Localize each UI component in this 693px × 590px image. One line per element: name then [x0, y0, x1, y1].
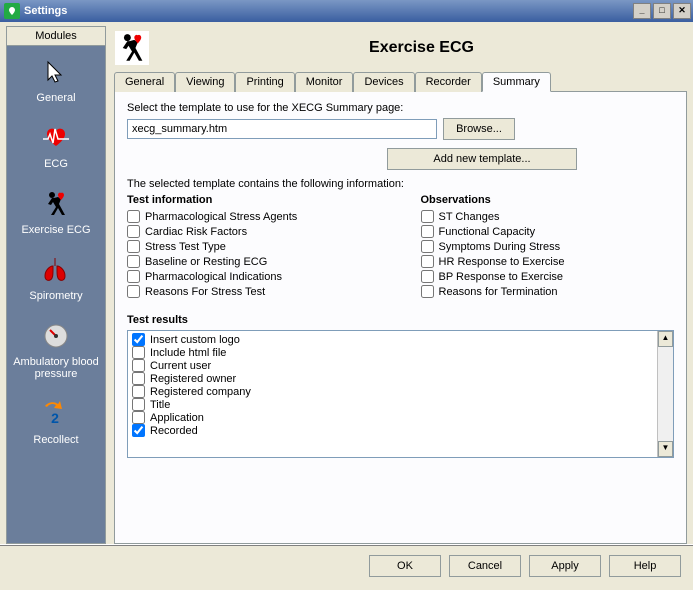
window-controls: _ □ ✕	[633, 3, 691, 19]
tab-viewing[interactable]: Viewing	[175, 72, 235, 92]
module-label: Exercise ECG	[9, 224, 103, 236]
window-title: Settings	[24, 5, 633, 17]
lungs-icon	[40, 254, 72, 286]
cancel-button[interactable]: Cancel	[449, 555, 521, 577]
select-template-label: Select the template to use for the XECG …	[127, 102, 674, 114]
chk-functional-capacity[interactable]: Functional Capacity	[421, 225, 675, 238]
sidebar-body: General ECG Exercise ECG Spirometry	[7, 46, 105, 543]
chk-registered-owner[interactable]: Registered owner	[132, 372, 657, 385]
chk-bp-response[interactable]: BP Response to Exercise	[421, 270, 675, 283]
test-results-list: Insert custom logo Include html file Cur…	[127, 330, 674, 458]
chk-st-changes[interactable]: ST Changes	[421, 210, 675, 223]
template-path-input[interactable]	[127, 119, 437, 139]
chk-reasons-stress-test[interactable]: Reasons For Stress Test	[127, 285, 381, 298]
ecg-heart-icon	[40, 122, 72, 154]
tab-printing[interactable]: Printing	[235, 72, 294, 92]
observations-header: Observations	[421, 194, 675, 206]
module-label: General	[9, 92, 103, 104]
add-template-button[interactable]: Add new template...	[387, 148, 577, 170]
module-ambulatory-bp[interactable]: Ambulatory blood pressure	[7, 310, 105, 388]
scroll-up-button[interactable]: ▲	[658, 331, 673, 347]
recollect-icon: 2	[40, 398, 72, 430]
sidebar-header: Modules	[7, 27, 105, 46]
module-label: ECG	[9, 158, 103, 170]
observations-column: Observations ST Changes Functional Capac…	[421, 194, 675, 300]
chk-stress-test-type[interactable]: Stress Test Type	[127, 240, 381, 253]
modules-sidebar: Modules General ECG Exercise ECG	[6, 26, 106, 544]
chk-application[interactable]: Application	[132, 411, 657, 424]
chk-cardiac-risk[interactable]: Cardiac Risk Factors	[127, 225, 381, 238]
main-panel: Exercise ECG General Viewing Printing Mo…	[106, 26, 687, 544]
module-label: Ambulatory blood pressure	[9, 356, 103, 380]
minimize-button[interactable]: _	[633, 3, 651, 19]
content-area: Modules General ECG Exercise ECG	[0, 22, 693, 544]
close-button[interactable]: ✕	[673, 3, 691, 19]
test-results-header: Test results	[127, 314, 674, 326]
chk-hr-response[interactable]: HR Response to Exercise	[421, 255, 675, 268]
scroll-down-button[interactable]: ▼	[658, 441, 673, 457]
summary-panel: Select the template to use for the XECG …	[114, 92, 687, 544]
chk-include-html[interactable]: Include html file	[132, 346, 657, 359]
svg-text:2: 2	[51, 410, 59, 426]
chk-current-user[interactable]: Current user	[132, 359, 657, 372]
chk-symptoms-stress[interactable]: Symptoms During Stress	[421, 240, 675, 253]
module-spirometry[interactable]: Spirometry	[7, 244, 105, 310]
chk-insert-logo[interactable]: Insert custom logo	[132, 333, 657, 346]
gauge-icon	[40, 320, 72, 352]
tab-monitor[interactable]: Monitor	[295, 72, 354, 92]
browse-button[interactable]: Browse...	[443, 118, 515, 140]
module-label: Spirometry	[9, 290, 103, 302]
tab-general[interactable]: General	[114, 72, 175, 92]
ok-button[interactable]: OK	[369, 555, 441, 577]
dialog-button-bar: OK Cancel Apply Help	[0, 544, 693, 587]
chk-registered-company[interactable]: Registered company	[132, 385, 657, 398]
test-info-header: Test information	[127, 194, 381, 206]
app-icon	[4, 3, 20, 19]
module-label: Recollect	[9, 434, 103, 446]
chk-baseline-ecg[interactable]: Baseline or Resting ECG	[127, 255, 381, 268]
tab-devices[interactable]: Devices	[353, 72, 414, 92]
module-exercise-ecg[interactable]: Exercise ECG	[7, 178, 105, 244]
titlebar: Settings _ □ ✕	[0, 0, 693, 22]
page-title: Exercise ECG	[156, 39, 687, 57]
tab-recorder[interactable]: Recorder	[415, 72, 482, 92]
contains-label: The selected template contains the follo…	[127, 178, 674, 190]
tab-summary[interactable]: Summary	[482, 72, 551, 92]
chk-recorded[interactable]: Recorded	[132, 424, 657, 437]
chk-title[interactable]: Title	[132, 398, 657, 411]
chk-pharm-indications[interactable]: Pharmacological Indications	[127, 270, 381, 283]
apply-button[interactable]: Apply	[529, 555, 601, 577]
test-info-column: Test information Pharmacological Stress …	[127, 194, 381, 300]
help-button[interactable]: Help	[609, 555, 681, 577]
chk-pharm-stress-agents[interactable]: Pharmacological Stress Agents	[127, 210, 381, 223]
scroll-track[interactable]	[658, 347, 673, 441]
exercise-ecg-icon	[40, 188, 72, 220]
cursor-icon	[40, 56, 72, 88]
results-scrollbar[interactable]: ▲ ▼	[657, 331, 673, 457]
module-general[interactable]: General	[7, 46, 105, 112]
tab-bar: General Viewing Printing Monitor Devices…	[114, 72, 687, 92]
module-recollect[interactable]: 2 Recollect	[7, 388, 105, 454]
main-header: Exercise ECG	[114, 26, 687, 72]
chk-reasons-termination[interactable]: Reasons for Termination	[421, 285, 675, 298]
maximize-button[interactable]: □	[653, 3, 671, 19]
exercise-ecg-header-icon	[114, 30, 150, 66]
module-ecg[interactable]: ECG	[7, 112, 105, 178]
